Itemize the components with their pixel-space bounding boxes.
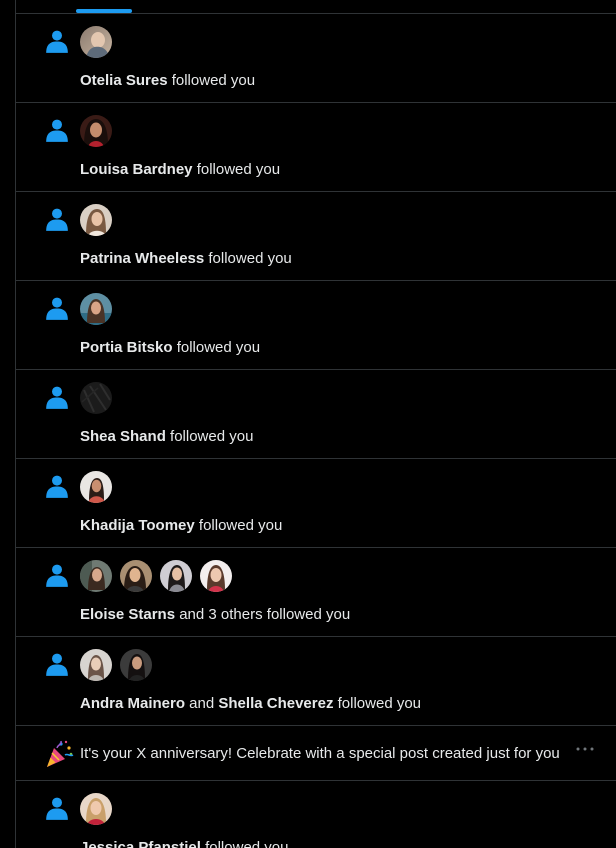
notification-item[interactable]: Khadija Toomey followed you xyxy=(16,459,616,548)
avatar-group xyxy=(80,382,112,414)
avatar-group xyxy=(80,115,112,147)
avatar[interactable] xyxy=(80,382,112,414)
notification-action: followed you xyxy=(167,72,256,89)
active-tab-indicator xyxy=(76,9,132,13)
avatar[interactable] xyxy=(80,471,112,503)
person-icon xyxy=(44,651,70,677)
notification-action: and 3 others followed you xyxy=(175,606,351,623)
notification-text: Jessica Pfanstiel followed you xyxy=(80,838,288,848)
avatar[interactable] xyxy=(160,560,192,592)
user-name-link[interactable]: Louisa Bardney xyxy=(80,161,193,178)
notification-action: followed you xyxy=(172,339,261,356)
user-name-link[interactable]: Jessica Pfanstiel xyxy=(80,839,201,848)
avatar[interactable] xyxy=(80,204,112,236)
party-popper-icon xyxy=(44,739,74,769)
user-name-link[interactable]: Andra Mainero xyxy=(80,695,185,712)
notification-text: Portia Bitsko followed you xyxy=(80,338,260,357)
user-name-link[interactable]: Shella Cheverez xyxy=(218,695,333,712)
notification-item[interactable]: Patrina Wheeless followed you xyxy=(16,192,616,281)
notification-item[interactable]: Shea Shand followed you xyxy=(16,370,616,459)
notification-text: Andra Mainero and Shella Cheverez follow… xyxy=(80,694,421,713)
avatar-group xyxy=(80,26,112,58)
notification-action: followed you xyxy=(333,695,422,712)
notification-connector: and xyxy=(185,695,219,712)
person-icon xyxy=(44,795,70,821)
avatar-group xyxy=(80,471,112,503)
person-icon xyxy=(44,206,70,232)
notification-text: Eloise Starns and 3 others followed you xyxy=(80,605,350,624)
anniversary-notification[interactable]: It's your X anniversary! Celebrate with … xyxy=(16,726,616,781)
notification-action: followed you xyxy=(204,250,292,267)
avatar-group xyxy=(80,560,232,592)
more-icon xyxy=(576,738,594,756)
avatar-group xyxy=(80,793,112,825)
avatar[interactable] xyxy=(120,649,152,681)
notification-item[interactable]: Portia Bitsko followed you xyxy=(16,281,616,370)
notification-text: Patrina Wheeless followed you xyxy=(80,249,292,268)
user-name-link[interactable]: Shea Shand xyxy=(80,428,166,445)
person-icon xyxy=(44,384,70,410)
anniversary-text: It's your X anniversary! Celebrate with … xyxy=(80,745,560,762)
notification-action: followed you xyxy=(192,161,281,178)
avatar[interactable] xyxy=(80,115,112,147)
notifications-feed: Otelia Sures followed you Louisa Bardney… xyxy=(16,14,616,848)
notification-action: followed you xyxy=(194,517,283,534)
avatar[interactable] xyxy=(80,793,112,825)
user-name-link[interactable]: Patrina Wheeless xyxy=(80,250,204,267)
avatar-group xyxy=(80,204,112,236)
avatar[interactable] xyxy=(120,560,152,592)
notification-text: Shea Shand followed you xyxy=(80,427,253,446)
notification-item[interactable]: Andra Mainero and Shella Cheverez follow… xyxy=(16,637,616,726)
user-name-link[interactable]: Eloise Starns xyxy=(80,606,175,623)
more-options-button[interactable] xyxy=(574,740,596,754)
avatar[interactable] xyxy=(80,293,112,325)
notification-text: Otelia Sures followed you xyxy=(80,71,255,90)
notification-action: followed you xyxy=(200,839,289,848)
person-icon xyxy=(44,117,70,143)
notifications-page: Otelia Sures followed you Louisa Bardney… xyxy=(0,0,616,848)
notification-item[interactable]: Louisa Bardney followed you xyxy=(16,103,616,192)
user-name-link[interactable]: Khadija Toomey xyxy=(80,517,195,534)
avatar[interactable] xyxy=(80,649,112,681)
avatar-group xyxy=(80,649,152,681)
notifications-tab-strip xyxy=(16,0,616,14)
avatar[interactable] xyxy=(80,26,112,58)
notification-item[interactable]: Eloise Starns and 3 others followed you xyxy=(16,548,616,637)
user-name-link[interactable]: Otelia Sures xyxy=(80,72,168,89)
person-icon xyxy=(44,473,70,499)
person-icon xyxy=(44,295,70,321)
notification-text: Khadija Toomey followed you xyxy=(80,516,282,535)
person-icon xyxy=(44,28,70,54)
notification-action: followed you xyxy=(165,428,254,445)
user-name-link[interactable]: Portia Bitsko xyxy=(80,339,173,356)
notification-item[interactable]: Otelia Sures followed you xyxy=(16,14,616,103)
notification-item[interactable]: Jessica Pfanstiel followed you xyxy=(16,781,616,848)
avatar-group xyxy=(80,293,112,325)
notification-text: Louisa Bardney followed you xyxy=(80,160,280,179)
avatar[interactable] xyxy=(200,560,232,592)
avatar[interactable] xyxy=(80,560,112,592)
person-icon xyxy=(44,562,70,588)
